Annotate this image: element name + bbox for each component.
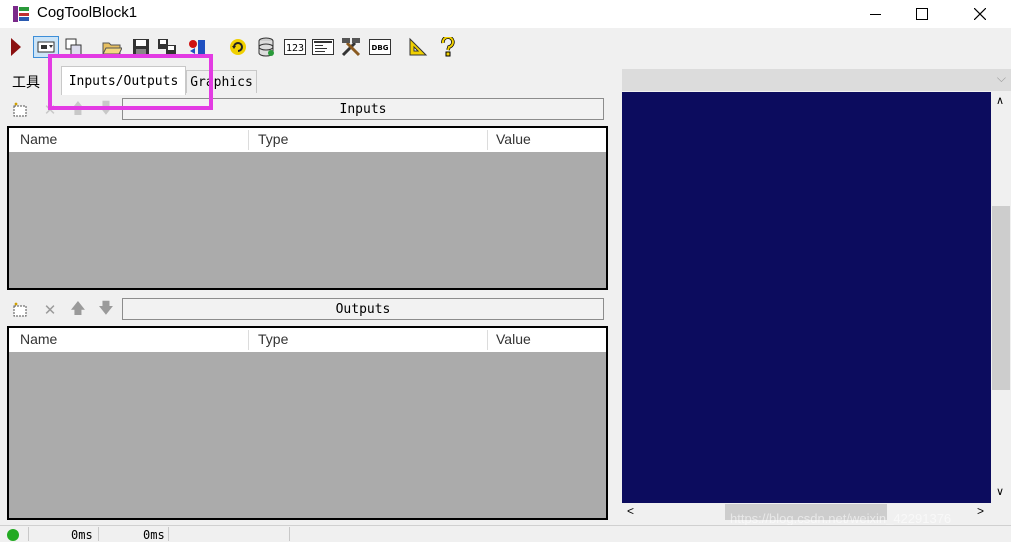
refresh-icon [230,39,246,55]
outputs-col-value[interactable]: Value [496,331,531,347]
database-icon [258,37,274,57]
arrow-up-icon: 🡅 [70,299,86,317]
ruler-button[interactable] [407,36,429,58]
scroll-up-icon[interactable]: ∧ [996,94,1004,107]
save-as-button[interactable] [156,36,178,58]
outputs-header-label: Outputs [335,301,391,317]
outputs-col-type[interactable]: Type [258,331,288,347]
run-icon [11,38,21,56]
add-item-icon [13,102,27,117]
delete-icon: ✕ [43,302,57,319]
arrow-down-icon: 🡇 [98,299,114,317]
arrow-up-icon: 🡅 [70,99,86,117]
debug-label: DBG [372,44,389,52]
outputs-add-button[interactable] [11,301,29,319]
status-bar: 0ms 0ms [0,525,1011,542]
column-divider [248,330,249,350]
vertical-scroll-thumb[interactable] [992,206,1010,390]
help-icon [441,37,455,57]
inputs-header-label: Inputs [339,101,387,117]
outputs-move-up-button[interactable]: 🡅 [69,300,87,319]
tab-tools-label: 工具 [12,75,40,91]
debug-icon: DBG [369,39,391,55]
close-icon [974,8,986,20]
tab-graphics-label: Graphics [190,74,253,90]
delete-icon: ✕ [43,102,57,119]
inputs-col-value[interactable]: Value [496,131,531,147]
status-time-2: 0ms [143,528,165,542]
outputs-move-down-button[interactable]: 🡇 [97,300,115,319]
minimize-button[interactable] [852,0,898,28]
refresh-button[interactable] [227,36,249,58]
inputs-move-up-button[interactable]: 🡅 [69,100,87,119]
tab-tools[interactable]: 工具 [7,70,45,94]
inputs-move-down-button[interactable]: 🡇 [97,100,115,119]
status-time-1: 0ms [71,528,93,542]
toolbar [0,30,620,64]
run-button[interactable] [5,36,27,58]
arrow-down-icon: 🡇 [98,99,114,117]
vertical-scrollbar[interactable]: ∧ ∨ [991,92,1011,503]
database-button[interactable] [255,36,277,58]
inputs-col-type[interactable]: Type [258,131,288,147]
numeric-button[interactable]: 123 [283,36,307,58]
reset-button[interactable] [186,36,208,58]
watermark: https://blog.csdn.net/weixin_42291376 [730,511,952,526]
save-icon [133,39,149,55]
column-divider [248,130,249,150]
outputs-header: Outputs [122,298,604,320]
add-item-icon [13,302,27,317]
outputs-grid[interactable]: Name Type Value [7,326,608,520]
edit-button[interactable] [63,36,85,58]
numeric-label: 123 [286,43,304,54]
reset-icon [189,40,205,54]
open-button[interactable] [101,36,123,58]
app-icon [12,5,30,23]
outputs-grid-header: Name Type Value [9,328,606,352]
edit-icon [65,38,82,56]
tools-icon [341,38,361,57]
close-button[interactable] [957,0,1003,28]
inputs-grid[interactable]: Name Type Value [7,126,608,290]
splitter[interactable] [612,69,620,522]
debug-button[interactable]: DBG [368,36,392,58]
scroll-right-icon[interactable]: > [977,504,984,518]
dropdown-chevron-icon[interactable]: ⌵ [997,71,1006,86]
outputs-col-name[interactable]: Name [20,331,57,347]
scroll-down-icon[interactable]: ∨ [996,485,1004,498]
help-button[interactable] [437,36,459,58]
column-divider [487,330,488,350]
maximize-button[interactable] [899,0,945,28]
show-button[interactable] [33,36,59,58]
status-indicator-icon [7,529,19,541]
inputs-col-name[interactable]: Name [20,131,57,147]
inputs-grid-header: Name Type Value [9,128,606,152]
minimize-icon [869,13,881,15]
scroll-left-icon[interactable]: < [627,504,634,518]
maximize-icon [916,8,928,20]
title-bar: CogToolBlock1 [0,0,1011,28]
display-toolbar: ⌵ [622,69,1011,91]
inputs-add-button[interactable] [11,101,29,119]
form-icon [312,39,334,55]
save-button[interactable] [130,36,152,58]
tools-button[interactable] [340,36,362,58]
window-title: CogToolBlock1 [37,4,138,21]
show-icon [37,41,55,53]
outputs-delete-button[interactable]: ✕ [41,301,59,319]
column-divider [487,130,488,150]
save-as-icon [158,39,176,55]
inputs-delete-button[interactable]: ✕ [41,101,59,119]
tab-inputs-outputs[interactable]: Inputs/Outputs [61,66,186,95]
open-icon [102,42,122,55]
form-button[interactable] [311,36,335,58]
tab-graphics[interactable]: Graphics [186,70,257,93]
numeric-icon: 123 [284,39,306,55]
inputs-header: Inputs [122,98,604,120]
ruler-icon [409,37,428,56]
image-display[interactable] [622,92,991,503]
tab-inputs-outputs-label: Inputs/Outputs [68,73,179,89]
